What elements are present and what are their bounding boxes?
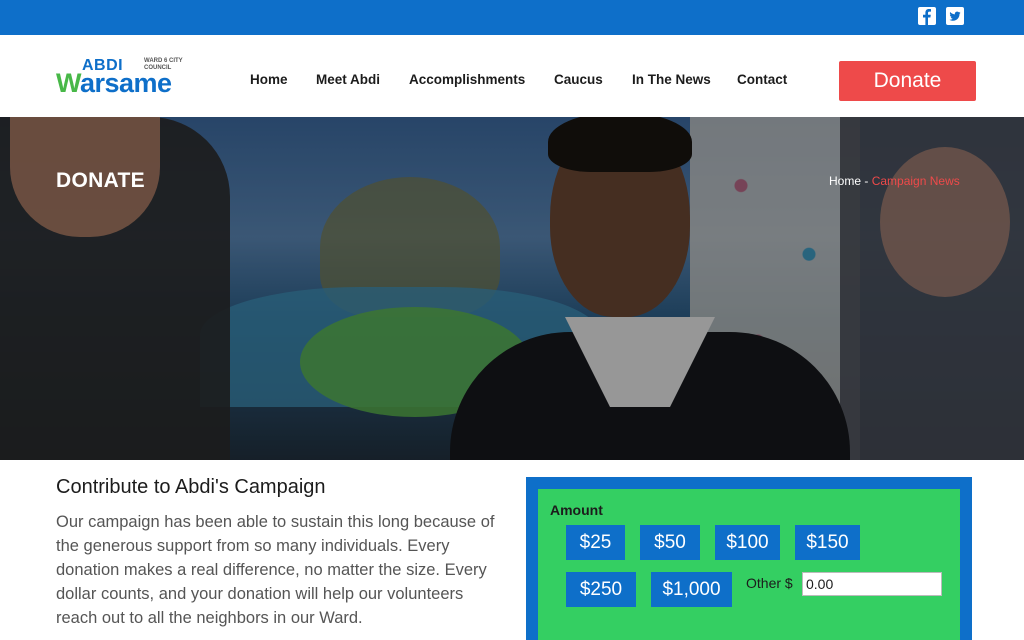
top-bar	[0, 0, 1024, 35]
contribute-text: Our campaign has been able to sustain th…	[56, 513, 495, 627]
facebook-icon[interactable]	[918, 7, 936, 25]
other-amount-input[interactable]	[802, 572, 942, 596]
amount-button-150[interactable]: $150	[795, 525, 860, 560]
amount-label: Amount	[550, 502, 603, 518]
nav-accomplishments[interactable]: Accomplishments	[409, 72, 525, 87]
breadcrumb-separator: -	[864, 174, 872, 188]
nav-in-the-news[interactable]: In The News	[632, 72, 711, 87]
twitter-icon[interactable]	[946, 7, 964, 25]
nav-contact[interactable]: Contact	[737, 72, 787, 87]
amount-button-25[interactable]: $25	[566, 525, 625, 560]
contribute-heading: Contribute to Abdi's Campaign	[56, 476, 326, 498]
nav-meet-abdi[interactable]: Meet Abdi	[316, 72, 380, 87]
amount-button-1000[interactable]: $1,000	[651, 572, 732, 607]
other-amount-label: Other $	[746, 575, 793, 591]
site-header: ABDI WARD 6 CITY COUNCIL Warsame Home Me…	[0, 35, 1024, 117]
breadcrumb-home[interactable]: Home	[829, 174, 861, 188]
donate-button[interactable]: Donate	[839, 61, 976, 101]
donation-form-inner: Amount $25 $50 $100 $150 $250 $1,000 Oth…	[538, 489, 960, 640]
nav-home[interactable]: Home	[250, 72, 288, 87]
site-logo[interactable]: ABDI WARD 6 CITY COUNCIL Warsame	[56, 55, 196, 100]
page-title: DONATE	[56, 169, 145, 192]
logo-main-text: Warsame	[56, 68, 172, 98]
amount-button-100[interactable]: $100	[715, 525, 780, 560]
nav-caucus[interactable]: Caucus	[554, 72, 603, 87]
hero-banner: DONATE Home - Campaign News	[0, 117, 1024, 460]
breadcrumb-current: Campaign News	[871, 174, 960, 188]
amount-button-50[interactable]: $50	[640, 525, 700, 560]
hero-overlay	[0, 117, 1024, 460]
donation-form: Amount $25 $50 $100 $150 $250 $1,000 Oth…	[526, 477, 972, 640]
amount-button-250[interactable]: $250	[566, 572, 636, 607]
breadcrumb: Home - Campaign News	[829, 174, 960, 188]
